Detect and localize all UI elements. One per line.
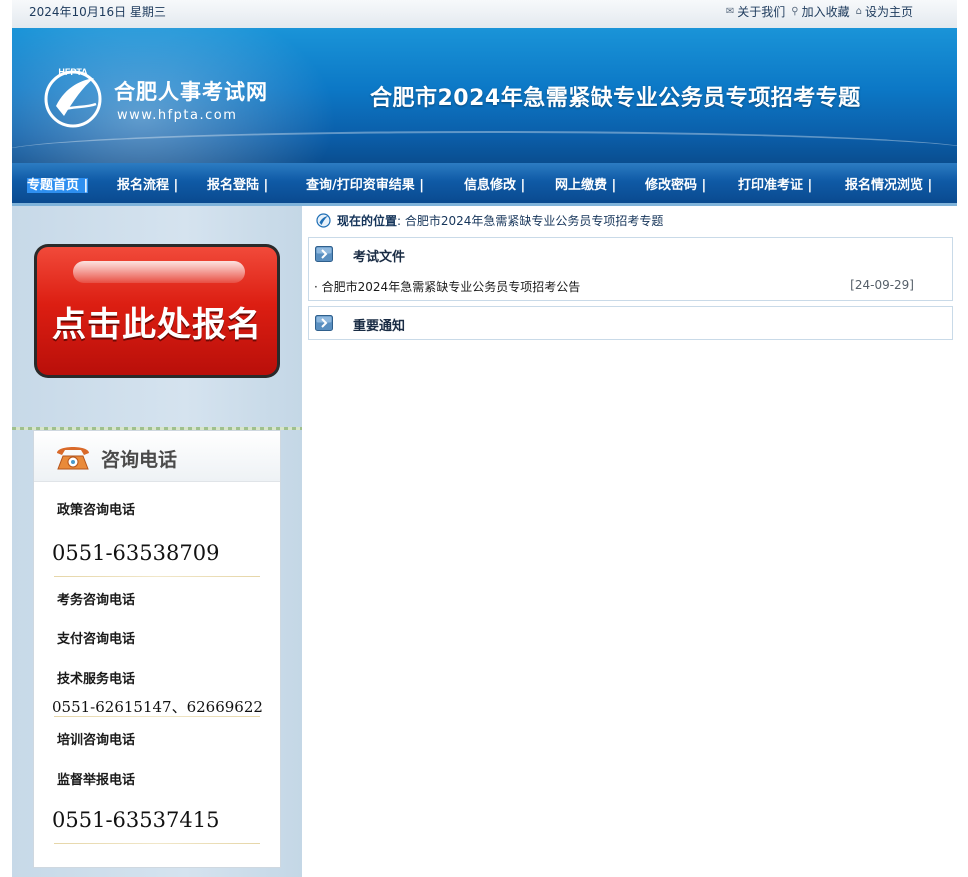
nav-edit-info[interactable]: 信息修改 | xyxy=(464,174,525,193)
article-link[interactable]: · 合肥市2024年急需紧缺专业公务员专项招考公告 xyxy=(314,278,580,295)
add-favorite-link[interactable]: ⚲ 加入收藏 xyxy=(791,3,849,20)
contact-box: 咨询电话 政策咨询电话 0551-63538709 考务咨询电话 支付咨询电话 … xyxy=(33,430,281,868)
supervise-report-number: 0551-63537415 xyxy=(52,808,220,832)
nav-query-result[interactable]: 查询/打印资审结果 | xyxy=(306,174,424,193)
payment-consult-label: 支付咨询电话 xyxy=(57,632,136,647)
sidebar: 点击此处报名 咨询电话 政策咨询电话 0551-63538709 考务咨询电话 … xyxy=(12,206,302,877)
set-homepage-link[interactable]: ⌂ 设为主页 xyxy=(856,3,913,20)
article-date: [24-09-29] xyxy=(850,278,914,292)
policy-consult-label: 政策咨询电话 xyxy=(57,503,136,518)
important-notice-title: 重要通知 xyxy=(353,319,406,334)
site-name: 合肥人事考试网 xyxy=(114,79,268,104)
register-button-face: 点击此处报名 xyxy=(37,247,277,375)
main-nav: 专题首页 | 报名流程 | 报名登陆 | 查询/打印资审结果 | 信息修改 | … xyxy=(12,163,957,206)
important-notice-panel: 重要通知 xyxy=(308,306,953,340)
location-logo-icon xyxy=(316,213,331,228)
article-bullet: · xyxy=(314,280,318,294)
exam-consult-label: 考务咨询电话 xyxy=(57,593,136,608)
main-content: 现在的位置: 合肥市2024年急需紧缺专业公务员专项招考专题 考试文件 · 合肥… xyxy=(302,206,957,877)
site-url: www.hfpta.com xyxy=(117,108,238,123)
breadcrumb-label: 现在的位置 xyxy=(337,214,398,228)
add-favorite-label: 加入收藏 xyxy=(801,5,850,19)
about-us-label: 关于我们 xyxy=(737,5,786,19)
tech-service-label: 技术服务电话 xyxy=(57,672,136,687)
policy-consult-number: 0551-63538709 xyxy=(52,541,220,565)
site-banner: HFPTA 合肥人事考试网 www.hfpta.com 合肥市2024年急需紧缺… xyxy=(12,28,957,163)
exam-documents-title: 考试文件 xyxy=(353,250,406,265)
exam-documents-panel: 考试文件 · 合肥市2024年急需紧缺专业公务员专项招考公告 [24-09-29… xyxy=(308,237,953,301)
nav-login[interactable]: 报名登陆 | xyxy=(207,174,268,193)
hfpta-logo-icon[interactable]: HFPTA xyxy=(42,66,104,128)
nav-change-password[interactable]: 修改密码 | xyxy=(645,174,706,193)
nav-payment[interactable]: 网上缴费 | xyxy=(555,174,616,193)
arrow-right-icon xyxy=(315,315,333,331)
breadcrumb-value: : 合肥市2024年急需紧缺专业公务员专项招考专题 xyxy=(397,214,664,228)
banner-title: 合肥市2024年急需紧缺专业公务员专项招考专题 xyxy=(370,86,861,111)
divider-line xyxy=(54,843,260,844)
nav-registration-stats[interactable]: 报名情况浏览 | xyxy=(845,174,932,193)
top-bar: 2024年10月16日 星期三 ✉ 关于我们 ⚲ 加入收藏 ⌂ 设为主页 xyxy=(12,0,957,28)
contact-title: 咨询电话 xyxy=(101,449,178,471)
breadcrumb: 现在的位置: 合肥市2024年急需紧缺专业公务员专项招考专题 xyxy=(316,212,663,229)
tech-service-number: 0551-62615147、62669622 xyxy=(52,698,263,716)
top-links: ✉ 关于我们 ⚲ 加入收藏 ⌂ 设为主页 xyxy=(726,3,913,20)
register-button-label: 点击此处报名 xyxy=(52,305,262,345)
nav-home-label: 专题首页 | xyxy=(27,178,89,193)
nav-home[interactable]: 专题首页 | xyxy=(27,174,89,193)
search-icon: ⚲ xyxy=(791,6,799,17)
contact-header: 咨询电话 xyxy=(34,431,280,482)
current-date: 2024年10月16日 星期三 xyxy=(29,5,166,19)
divider-line xyxy=(54,576,260,577)
divider-line xyxy=(54,716,260,717)
home-icon: ⌂ xyxy=(855,6,862,17)
nav-process[interactable]: 报名流程 | xyxy=(117,174,178,193)
register-button-shine xyxy=(73,261,245,283)
telephone-icon xyxy=(57,447,89,470)
register-button[interactable]: 点击此处报名 xyxy=(34,244,280,378)
training-consult-label: 培训咨询电话 xyxy=(57,733,136,748)
article-title: 合肥市2024年急需紧缺专业公务员专项招考公告 xyxy=(321,280,581,294)
supervise-report-label: 监督举报电话 xyxy=(57,773,136,788)
mail-icon: ✉ xyxy=(725,6,735,17)
set-homepage-label: 设为主页 xyxy=(864,5,913,19)
arrow-right-icon xyxy=(315,246,333,262)
logo-letters: HFPTA xyxy=(58,67,88,77)
nav-print-admission[interactable]: 打印准考证 | xyxy=(738,174,812,193)
banner-wave xyxy=(12,131,957,163)
about-us-link[interactable]: ✉ 关于我们 xyxy=(726,3,785,20)
